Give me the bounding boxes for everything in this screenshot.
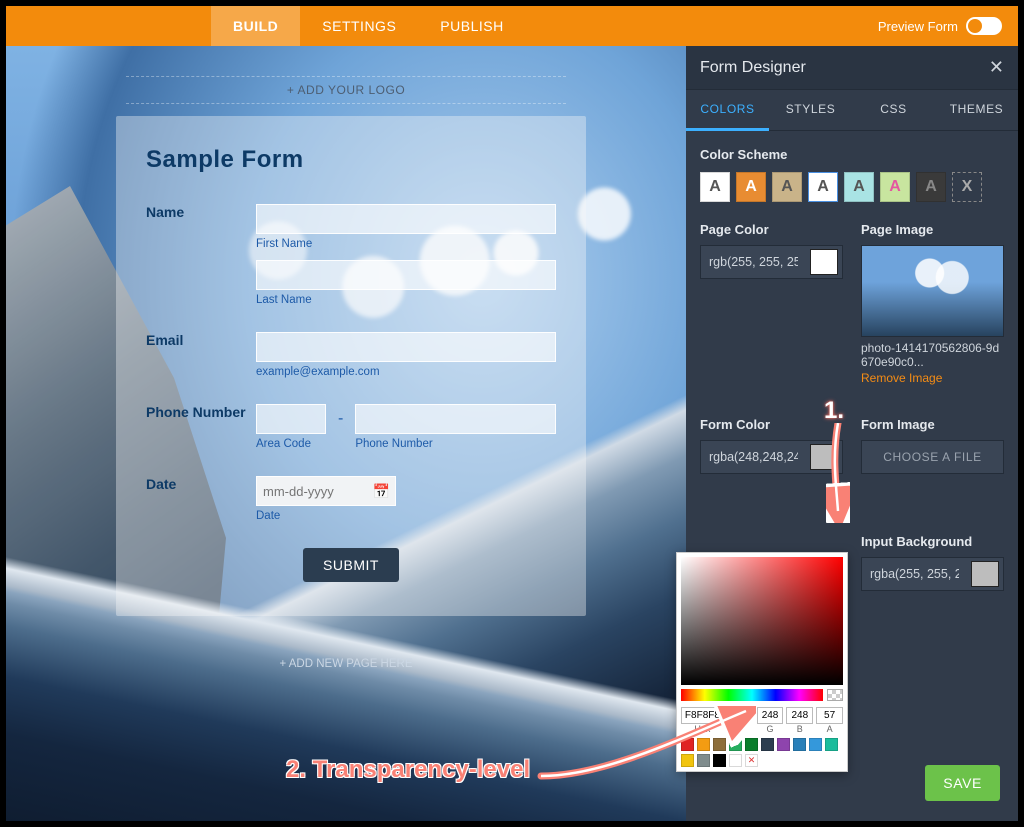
sub-phonenum: Phone Number	[355, 438, 556, 450]
label-date: Date	[146, 476, 256, 522]
b-label: B	[786, 724, 813, 734]
add-logo-button[interactable]: + ADD YOUR LOGO	[126, 76, 566, 104]
sub-last-name: Last Name	[256, 294, 556, 306]
submit-button[interactable]: SUBMIT	[303, 548, 399, 582]
scheme-swatch-4[interactable]: A	[808, 172, 838, 202]
alpha-preview-icon	[827, 689, 843, 701]
input-bg-input[interactable]	[862, 567, 967, 581]
a-input[interactable]	[816, 707, 843, 724]
color-scheme-title: Color Scheme	[700, 147, 1004, 162]
arrow-icon	[536, 706, 756, 786]
palette-swatch[interactable]	[777, 738, 790, 751]
scheme-swatch-6[interactable]: A	[880, 172, 910, 202]
form-color-input[interactable]	[701, 450, 806, 464]
tab-settings[interactable]: SETTINGS	[300, 6, 418, 46]
form-color-field[interactable]	[700, 440, 843, 474]
remove-image-link[interactable]: Remove Image	[861, 371, 1004, 385]
label-name: Name	[146, 204, 256, 306]
top-nav: BUILD SETTINGS PUBLISH Preview Form	[6, 6, 1018, 46]
last-name-input[interactable]	[256, 260, 556, 290]
label-email: Email	[146, 332, 256, 378]
saturation-panel[interactable]	[681, 557, 843, 685]
preview-label: Preview Form	[878, 19, 958, 34]
page-image-label: Page Image	[861, 222, 1004, 237]
sidebar-tabs: COLORS STYLES CSS THEMES	[686, 90, 1018, 131]
build-tabs: BUILD SETTINGS PUBLISH	[211, 6, 526, 46]
tab-themes[interactable]: THEMES	[935, 90, 1018, 130]
hue-slider[interactable]	[681, 689, 823, 701]
tab-css[interactable]: CSS	[852, 90, 935, 130]
page-color-field[interactable]	[700, 245, 843, 279]
b-input[interactable]	[786, 707, 813, 724]
page-color-label: Page Color	[700, 222, 843, 237]
input-bg-field[interactable]	[861, 557, 1004, 591]
sub-area: Area Code	[256, 438, 326, 450]
palette-swatch[interactable]	[825, 738, 838, 751]
close-icon[interactable]: ✕	[989, 57, 1004, 78]
scheme-swatch-2[interactable]: A	[736, 172, 766, 202]
tab-build[interactable]: BUILD	[211, 6, 300, 46]
arrow-icon	[826, 423, 850, 523]
input-bg-label: Input Background	[861, 534, 1004, 549]
sub-email: example@example.com	[256, 366, 556, 378]
palette-swatch[interactable]	[761, 738, 774, 751]
preview-form-toggle[interactable]: Preview Form	[878, 6, 1002, 46]
label-phone: Phone Number	[146, 404, 256, 450]
palette-swatch[interactable]	[793, 738, 806, 751]
scheme-swatch-1[interactable]: A	[700, 172, 730, 202]
page-color-input[interactable]	[701, 255, 806, 269]
choose-file-button[interactable]: CHOOSE A FILE	[861, 440, 1004, 474]
sidebar-title: Form Designer	[700, 59, 806, 77]
a-label: A	[816, 724, 843, 734]
toggle-switch-icon[interactable]	[966, 17, 1002, 35]
first-name-input[interactable]	[256, 204, 556, 234]
sub-date: Date	[256, 510, 556, 522]
phone-number-input[interactable]	[355, 404, 556, 434]
annotation-one: 1.	[824, 397, 844, 425]
g-label: G	[757, 724, 784, 734]
scheme-swatch-3[interactable]: A	[772, 172, 802, 202]
annotation-two: 2. Transparency-level	[286, 756, 530, 784]
form-color-label: Form Color	[700, 417, 843, 432]
tab-styles[interactable]: STYLES	[769, 90, 852, 130]
page-image-thumb[interactable]	[861, 245, 1004, 337]
email-input[interactable]	[256, 332, 556, 362]
phone-area-input[interactable]	[256, 404, 326, 434]
save-button[interactable]: SAVE	[925, 765, 1000, 801]
calendar-icon[interactable]: 📅	[373, 483, 390, 500]
add-new-page-button[interactable]: + ADD NEW PAGE HERE	[6, 658, 686, 670]
scheme-swatch-7[interactable]: A	[916, 172, 946, 202]
form-card: Sample Form Name First Name Last Name Em…	[116, 116, 586, 616]
scheme-swatch-5[interactable]: A	[844, 172, 874, 202]
tab-publish[interactable]: PUBLISH	[418, 6, 525, 46]
palette-swatch[interactable]	[809, 738, 822, 751]
form-image-label: Form Image	[861, 417, 1004, 432]
sub-first-name: First Name	[256, 238, 556, 250]
form-title: Sample Form	[146, 146, 556, 174]
g-input[interactable]	[757, 707, 784, 724]
input-bg-swatch-icon[interactable]	[971, 561, 999, 587]
phone-separator: -	[338, 404, 343, 450]
tab-colors[interactable]: COLORS	[686, 90, 769, 131]
form-builder-canvas: + ADD YOUR LOGO Sample Form Name First N…	[6, 46, 686, 821]
page-image-caption: photo-1414170562806-9d670e90c0...	[861, 341, 1004, 369]
color-scheme-swatches: A A A A A A A X	[686, 172, 1018, 202]
scheme-swatch-custom[interactable]: X	[952, 172, 982, 202]
page-color-swatch-icon[interactable]	[810, 249, 838, 275]
